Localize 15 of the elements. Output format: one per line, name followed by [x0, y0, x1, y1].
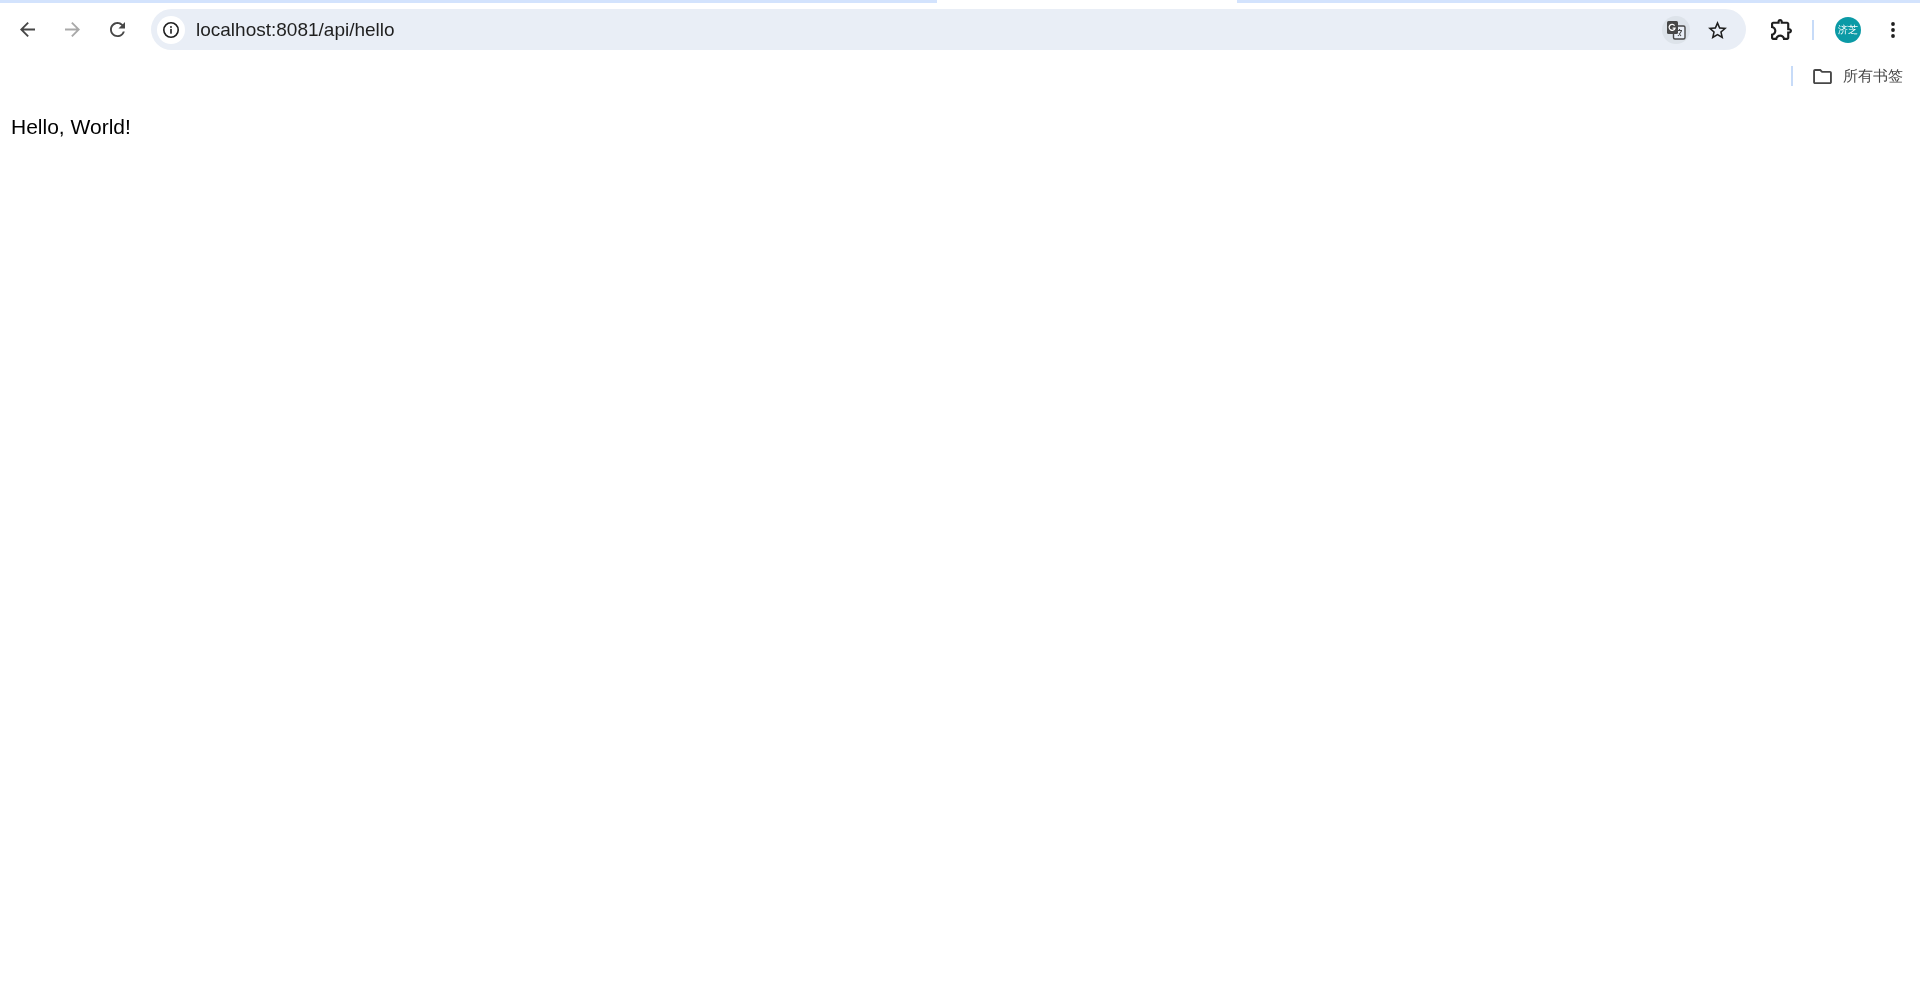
url-text[interactable]: localhost:8081/api/hello	[196, 18, 1662, 41]
back-arrow-icon	[19, 22, 35, 37]
translate-button[interactable]	[1662, 15, 1690, 44]
info-icon	[163, 21, 179, 38]
reload-icon	[109, 22, 125, 37]
translate-icon	[1666, 19, 1686, 40]
puzzle-icon	[1770, 19, 1792, 40]
star-icon	[1707, 20, 1727, 39]
address-bar[interactable]: localhost:8081/api/hello	[151, 9, 1746, 50]
bookmark-folder-button[interactable]: 所有书签	[1807, 61, 1909, 91]
folder-icon	[1813, 68, 1832, 84]
forward-arrow-icon	[64, 22, 80, 37]
site-info-button[interactable]	[157, 15, 185, 44]
kebab-menu-icon	[1891, 21, 1895, 38]
page-text: Hello, World!	[11, 115, 131, 138]
